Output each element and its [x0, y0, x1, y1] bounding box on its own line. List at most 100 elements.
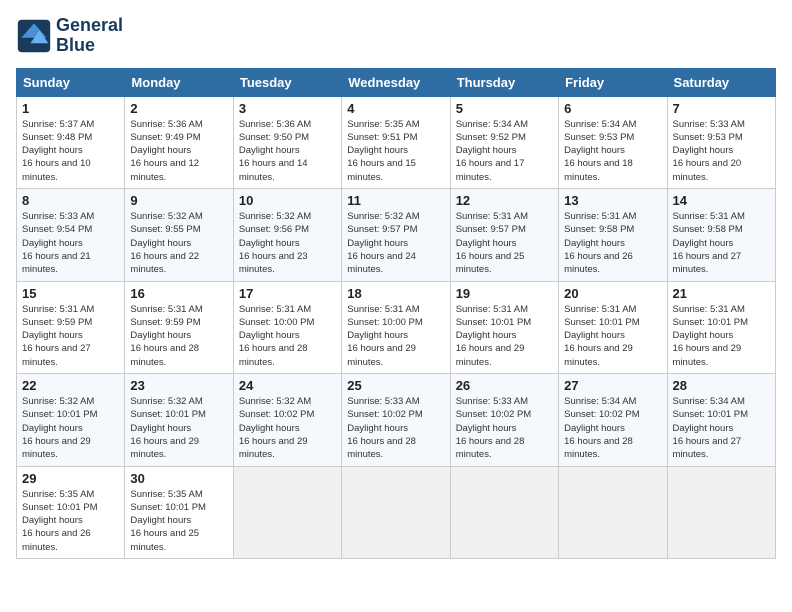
calendar-cell: 10 Sunrise: 5:32 AM Sunset: 9:56 PM Dayl…: [233, 189, 341, 281]
day-info: Sunrise: 5:35 AM Sunset: 10:01 PM Daylig…: [22, 488, 119, 554]
calendar-cell: 22 Sunrise: 5:32 AM Sunset: 10:01 PM Day…: [17, 374, 125, 466]
day-number: 21: [673, 286, 770, 301]
day-info: Sunrise: 5:33 AM Sunset: 10:02 PM Daylig…: [456, 395, 553, 461]
calendar-cell: 6 Sunrise: 5:34 AM Sunset: 9:53 PM Dayli…: [559, 96, 667, 188]
day-number: 7: [673, 101, 770, 116]
calendar-cell: 18 Sunrise: 5:31 AM Sunset: 10:00 PM Day…: [342, 281, 450, 373]
day-number: 29: [22, 471, 119, 486]
day-info: Sunrise: 5:32 AM Sunset: 9:56 PM Dayligh…: [239, 210, 336, 276]
day-number: 6: [564, 101, 661, 116]
weekday-header-friday: Friday: [559, 68, 667, 96]
day-number: 12: [456, 193, 553, 208]
day-info: Sunrise: 5:35 AM Sunset: 10:01 PM Daylig…: [130, 488, 227, 554]
calendar-cell: 21 Sunrise: 5:31 AM Sunset: 10:01 PM Day…: [667, 281, 775, 373]
day-number: 25: [347, 378, 444, 393]
calendar-cell: 9 Sunrise: 5:32 AM Sunset: 9:55 PM Dayli…: [125, 189, 233, 281]
calendar-cell: 23 Sunrise: 5:32 AM Sunset: 10:01 PM Day…: [125, 374, 233, 466]
calendar-cell: 27 Sunrise: 5:34 AM Sunset: 10:02 PM Day…: [559, 374, 667, 466]
calendar-cell: 30 Sunrise: 5:35 AM Sunset: 10:01 PM Day…: [125, 466, 233, 558]
calendar-cell: 28 Sunrise: 5:34 AM Sunset: 10:01 PM Day…: [667, 374, 775, 466]
header-row: SundayMondayTuesdayWednesdayThursdayFrid…: [17, 68, 776, 96]
day-number: 8: [22, 193, 119, 208]
calendar-cell: 1 Sunrise: 5:37 AM Sunset: 9:48 PM Dayli…: [17, 96, 125, 188]
calendar-week-4: 22 Sunrise: 5:32 AM Sunset: 10:01 PM Day…: [17, 374, 776, 466]
day-number: 16: [130, 286, 227, 301]
day-info: Sunrise: 5:32 AM Sunset: 9:57 PM Dayligh…: [347, 210, 444, 276]
calendar-cell: 2 Sunrise: 5:36 AM Sunset: 9:49 PM Dayli…: [125, 96, 233, 188]
day-info: Sunrise: 5:32 AM Sunset: 10:01 PM Daylig…: [22, 395, 119, 461]
day-info: Sunrise: 5:34 AM Sunset: 9:52 PM Dayligh…: [456, 118, 553, 184]
day-number: 27: [564, 378, 661, 393]
weekday-header-wednesday: Wednesday: [342, 68, 450, 96]
day-number: 26: [456, 378, 553, 393]
calendar-cell: 20 Sunrise: 5:31 AM Sunset: 10:01 PM Day…: [559, 281, 667, 373]
weekday-header-tuesday: Tuesday: [233, 68, 341, 96]
day-info: Sunrise: 5:36 AM Sunset: 9:49 PM Dayligh…: [130, 118, 227, 184]
day-number: 30: [130, 471, 227, 486]
calendar-week-5: 29 Sunrise: 5:35 AM Sunset: 10:01 PM Day…: [17, 466, 776, 558]
day-number: 14: [673, 193, 770, 208]
day-number: 2: [130, 101, 227, 116]
day-info: Sunrise: 5:34 AM Sunset: 9:53 PM Dayligh…: [564, 118, 661, 184]
logo: General Blue: [16, 16, 123, 56]
day-number: 18: [347, 286, 444, 301]
calendar-cell: 17 Sunrise: 5:31 AM Sunset: 10:00 PM Day…: [233, 281, 341, 373]
logo-icon: [16, 18, 52, 54]
calendar-week-2: 8 Sunrise: 5:33 AM Sunset: 9:54 PM Dayli…: [17, 189, 776, 281]
calendar-cell: 7 Sunrise: 5:33 AM Sunset: 9:53 PM Dayli…: [667, 96, 775, 188]
day-info: Sunrise: 5:35 AM Sunset: 9:51 PM Dayligh…: [347, 118, 444, 184]
day-info: Sunrise: 5:34 AM Sunset: 10:02 PM Daylig…: [564, 395, 661, 461]
calendar-cell: [667, 466, 775, 558]
calendar-cell: 5 Sunrise: 5:34 AM Sunset: 9:52 PM Dayli…: [450, 96, 558, 188]
day-number: 13: [564, 193, 661, 208]
day-info: Sunrise: 5:37 AM Sunset: 9:48 PM Dayligh…: [22, 118, 119, 184]
calendar-cell: 3 Sunrise: 5:36 AM Sunset: 9:50 PM Dayli…: [233, 96, 341, 188]
day-number: 11: [347, 193, 444, 208]
day-info: Sunrise: 5:31 AM Sunset: 10:00 PM Daylig…: [239, 303, 336, 369]
day-info: Sunrise: 5:32 AM Sunset: 10:01 PM Daylig…: [130, 395, 227, 461]
day-info: Sunrise: 5:31 AM Sunset: 10:01 PM Daylig…: [673, 303, 770, 369]
logo-text: General Blue: [56, 16, 123, 56]
day-number: 28: [673, 378, 770, 393]
weekday-header-sunday: Sunday: [17, 68, 125, 96]
calendar-cell: 4 Sunrise: 5:35 AM Sunset: 9:51 PM Dayli…: [342, 96, 450, 188]
day-number: 17: [239, 286, 336, 301]
day-number: 4: [347, 101, 444, 116]
calendar-cell: 25 Sunrise: 5:33 AM Sunset: 10:02 PM Day…: [342, 374, 450, 466]
calendar-cell: 16 Sunrise: 5:31 AM Sunset: 9:59 PM Dayl…: [125, 281, 233, 373]
day-info: Sunrise: 5:31 AM Sunset: 10:01 PM Daylig…: [564, 303, 661, 369]
calendar-cell: 15 Sunrise: 5:31 AM Sunset: 9:59 PM Dayl…: [17, 281, 125, 373]
page-header: General Blue: [16, 16, 776, 56]
weekday-header-saturday: Saturday: [667, 68, 775, 96]
day-info: Sunrise: 5:31 AM Sunset: 9:57 PM Dayligh…: [456, 210, 553, 276]
day-number: 10: [239, 193, 336, 208]
day-info: Sunrise: 5:31 AM Sunset: 9:59 PM Dayligh…: [130, 303, 227, 369]
calendar-cell: 13 Sunrise: 5:31 AM Sunset: 9:58 PM Dayl…: [559, 189, 667, 281]
calendar-cell: 8 Sunrise: 5:33 AM Sunset: 9:54 PM Dayli…: [17, 189, 125, 281]
day-info: Sunrise: 5:34 AM Sunset: 10:01 PM Daylig…: [673, 395, 770, 461]
day-number: 19: [456, 286, 553, 301]
day-number: 22: [22, 378, 119, 393]
weekday-header-thursday: Thursday: [450, 68, 558, 96]
calendar-cell: 14 Sunrise: 5:31 AM Sunset: 9:58 PM Dayl…: [667, 189, 775, 281]
day-number: 23: [130, 378, 227, 393]
calendar-table: SundayMondayTuesdayWednesdayThursdayFrid…: [16, 68, 776, 559]
day-info: Sunrise: 5:32 AM Sunset: 9:55 PM Dayligh…: [130, 210, 227, 276]
weekday-header-monday: Monday: [125, 68, 233, 96]
calendar-cell: 12 Sunrise: 5:31 AM Sunset: 9:57 PM Dayl…: [450, 189, 558, 281]
calendar-cell: 24 Sunrise: 5:32 AM Sunset: 10:02 PM Day…: [233, 374, 341, 466]
calendar-cell: 29 Sunrise: 5:35 AM Sunset: 10:01 PM Day…: [17, 466, 125, 558]
day-number: 20: [564, 286, 661, 301]
calendar-cell: 11 Sunrise: 5:32 AM Sunset: 9:57 PM Dayl…: [342, 189, 450, 281]
calendar-week-3: 15 Sunrise: 5:31 AM Sunset: 9:59 PM Dayl…: [17, 281, 776, 373]
day-number: 9: [130, 193, 227, 208]
day-number: 5: [456, 101, 553, 116]
day-info: Sunrise: 5:31 AM Sunset: 9:58 PM Dayligh…: [673, 210, 770, 276]
calendar-week-1: 1 Sunrise: 5:37 AM Sunset: 9:48 PM Dayli…: [17, 96, 776, 188]
day-info: Sunrise: 5:33 AM Sunset: 9:53 PM Dayligh…: [673, 118, 770, 184]
day-info: Sunrise: 5:33 AM Sunset: 9:54 PM Dayligh…: [22, 210, 119, 276]
day-info: Sunrise: 5:36 AM Sunset: 9:50 PM Dayligh…: [239, 118, 336, 184]
day-info: Sunrise: 5:31 AM Sunset: 10:00 PM Daylig…: [347, 303, 444, 369]
day-info: Sunrise: 5:32 AM Sunset: 10:02 PM Daylig…: [239, 395, 336, 461]
calendar-cell: 19 Sunrise: 5:31 AM Sunset: 10:01 PM Day…: [450, 281, 558, 373]
